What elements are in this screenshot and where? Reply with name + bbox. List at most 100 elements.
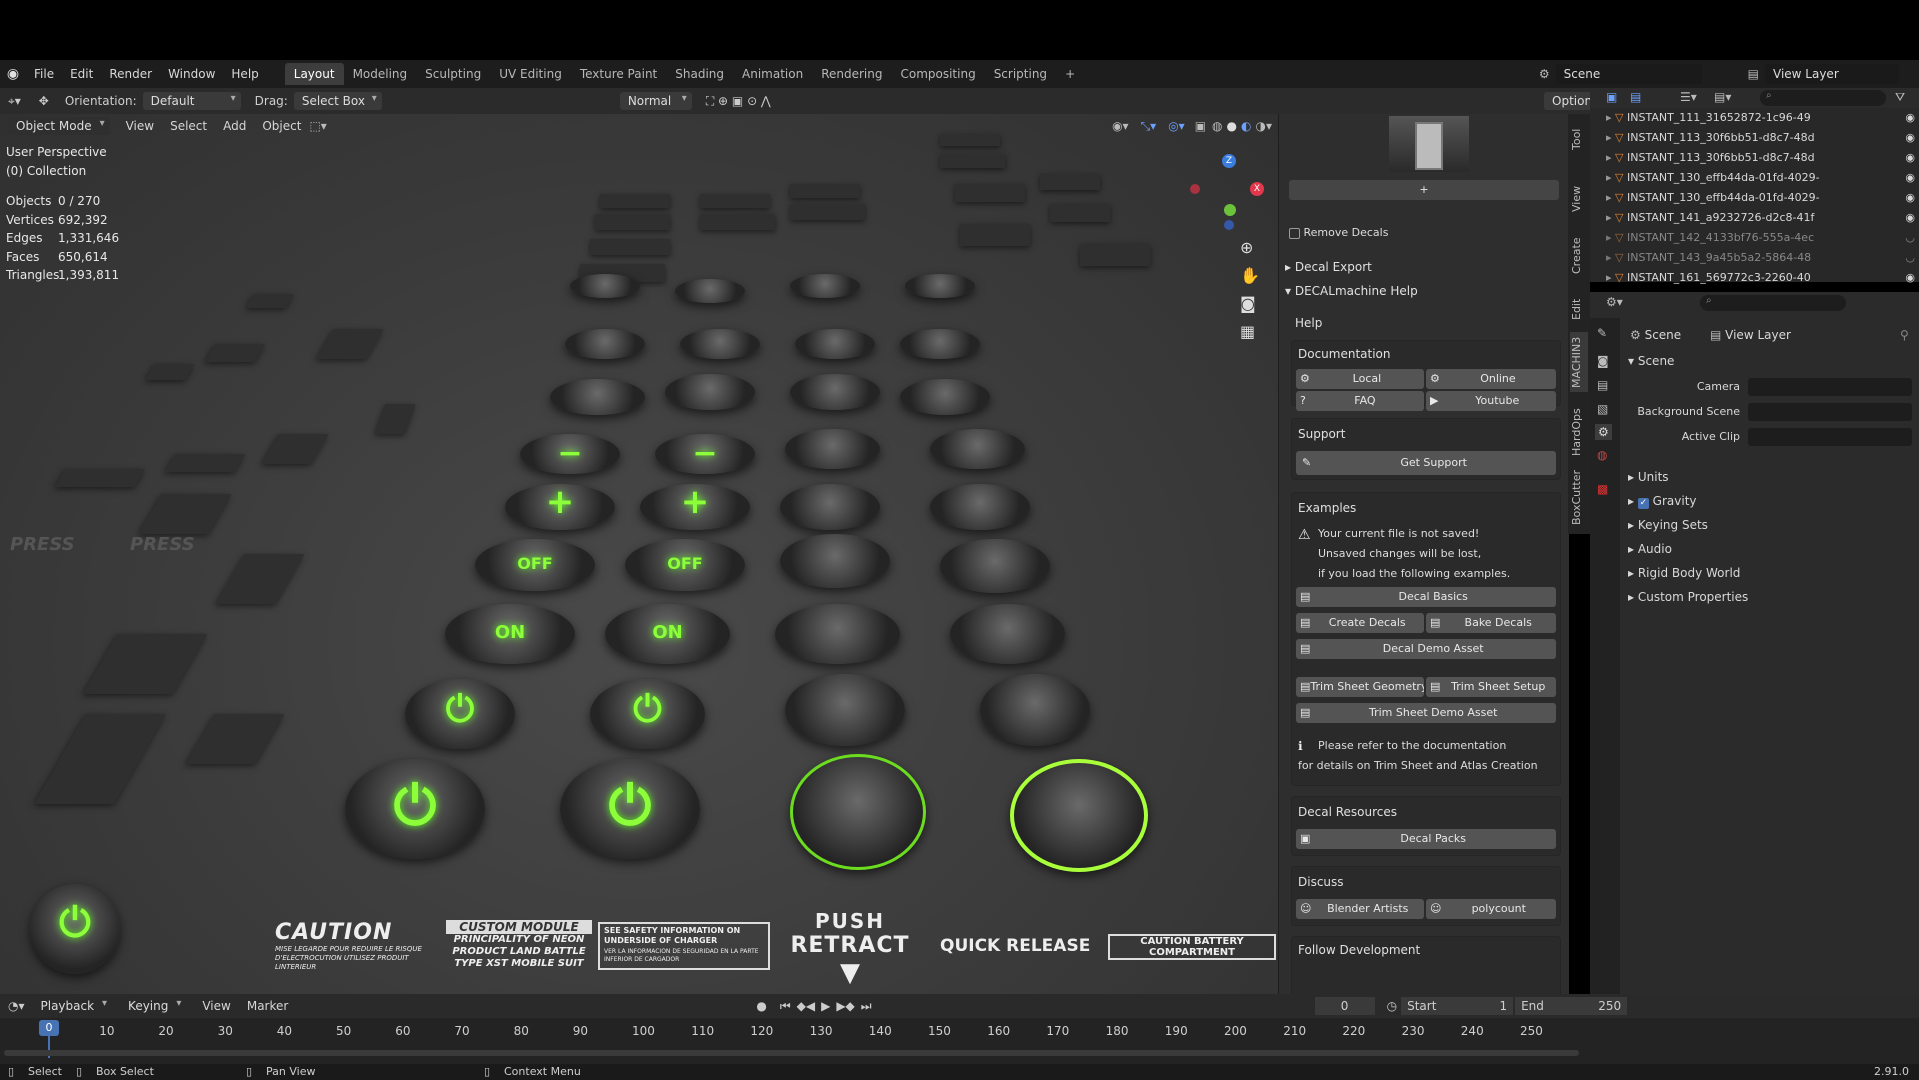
eye-icon[interactable]: ◉ [1905,168,1915,188]
playback-dropdown[interactable]: Playback [33,997,113,1015]
subsection-keying-sets[interactable]: ▸ Keying Sets [1628,518,1708,532]
sidebar-tab-tool[interactable]: Tool [1570,124,1588,154]
decal-basics-button[interactable]: ▤ Decal Basics [1296,587,1556,607]
sidebar-tab-create[interactable]: Create [1570,234,1588,278]
bake-decals-button[interactable]: ▤ Bake Decals [1426,613,1556,633]
mode-dropdown[interactable]: Object Mode [8,117,110,135]
polycount-button[interactable]: ☺ polycount [1426,899,1556,919]
scene-icon[interactable]: ⚙ [1533,67,1556,81]
eye-icon[interactable]: ◉ [1905,268,1915,288]
gizmo-icon[interactable]: ⤡▾ [1135,119,1163,134]
transform-affect-icon[interactable]: ⬚▾ [309,119,326,133]
trim-sheet-demo-asset-button[interactable]: ▤ Trim Sheet Demo Asset [1296,703,1556,723]
panel-decalmachine-help[interactable]: ▾ DECALmachine Help [1285,284,1565,304]
eye-icon[interactable]: ◉ [1905,108,1915,128]
trim-sheet-setup-button[interactable]: ▤ Trim Sheet Setup [1426,677,1556,697]
gravity-checkbox[interactable]: ✓ [1637,498,1649,509]
snap-icon[interactable]: ⛶ ⊕ ▣ ⊙ ⋀ [700,94,777,109]
playhead[interactable]: 0 [39,1020,59,1036]
sidebar-tab-view[interactable]: View [1570,184,1588,214]
end-frame-field[interactable]: End 250 [1515,997,1628,1015]
world-tab-icon[interactable]: ◍ [1597,448,1607,462]
keying-dropdown[interactable]: Keying [120,997,186,1015]
subsection-audio[interactable]: ▸ Audio [1628,542,1672,556]
pivot-dropdown[interactable]: Normal [619,92,692,110]
sidebar-tab-edit[interactable]: Edit [1570,294,1588,324]
scene-tab-icon[interactable]: ⚙ [1595,424,1612,440]
timeline-scrollbar[interactable] [4,1050,1579,1056]
decal-thumbnail[interactable] [1389,116,1469,172]
timeline-menu-marker[interactable]: Marker [239,999,296,1013]
tab-compositing[interactable]: Compositing [891,63,984,85]
orientation-dropdown[interactable]: Default [142,92,241,110]
pan-hand-icon[interactable]: ✋ [1240,266,1260,285]
subsection-custom-properties[interactable]: ▸ Custom Properties [1628,590,1748,604]
drag-dropdown[interactable]: Select Box [293,92,382,110]
jump-end-icon[interactable]: ⏭ [858,999,875,1014]
overlay-icon[interactable]: ◎▾ [1162,119,1191,133]
outliner-row[interactable]: ▸ ▽ INSTANT_142_4133bf76-555a-4ec ◡ [1590,228,1919,248]
neg-z-axis-icon[interactable] [1224,220,1234,230]
section-scene[interactable]: ▾ Scene [1628,354,1674,368]
tab-sculpting[interactable]: Sculpting [416,63,490,85]
sync-icon[interactable]: ▤ [1630,90,1641,104]
scene-selector[interactable]: Scene [1555,64,1702,84]
online-docs-button[interactable]: ⚙ Online [1426,369,1556,389]
sidebar-tab-machin3[interactable]: MACHIN3 [1570,332,1588,392]
decal-packs-button[interactable]: ▣ Decal Packs [1296,829,1556,849]
create-decals-button[interactable]: ▤ Create Decals [1296,613,1424,633]
ortho-grid-icon[interactable]: ▦ [1240,322,1255,341]
menu-help[interactable]: Help [223,67,266,81]
shading-rendered-icon[interactable]: ◑▾ [1254,119,1279,133]
menu-window[interactable]: Window [160,67,223,81]
start-frame-field[interactable]: Start 1 [1401,997,1514,1015]
subsection-rigid-body-world[interactable]: ▸ Rigid Body World [1628,566,1740,580]
trim-sheet-geometry-button[interactable]: ▤ Trim Sheet Geometry [1296,677,1424,697]
menu-file[interactable]: File [26,67,62,81]
next-key-icon[interactable]: ▶◆ [833,999,857,1013]
x-axis-icon[interactable]: X [1250,182,1264,196]
sidebar-tab-hardops[interactable]: HardOps [1570,404,1588,460]
tool-tab-icon[interactable]: ✎ [1597,326,1607,340]
decal-demo-asset-button[interactable]: ▤ Decal Demo Asset [1296,639,1556,659]
panel-decal-export[interactable]: ▸ Decal Export [1285,260,1565,280]
outliner-search-field[interactable]: ⌕ [1760,90,1886,106]
remove-decals-checkbox[interactable]: Remove Decals [1289,226,1388,239]
clock-icon[interactable]: ◷ [1383,999,1401,1013]
tab-shading[interactable]: Shading [666,63,733,85]
shading-material-icon[interactable]: ◐ [1239,119,1253,133]
prev-key-icon[interactable]: ◆◀ [794,999,818,1013]
current-frame-field[interactable]: 0 [1314,997,1375,1015]
active-clip-field[interactable] [1748,428,1912,446]
camera-field[interactable] [1748,378,1912,396]
timeline-menu-view[interactable]: View [194,999,238,1013]
background-scene-field[interactable] [1748,403,1912,421]
blender-artists-button[interactable]: ☺ Blender Artists [1296,899,1424,919]
add-workspace-button[interactable]: + [1056,63,1084,85]
view-icon[interactable]: ▤▾ [1714,90,1731,104]
play-icon[interactable]: ▶ [818,999,833,1013]
add-decal-button[interactable]: + [1289,180,1559,200]
subsection-units[interactable]: ▸ Units [1628,470,1669,484]
tool-icon[interactable]: ⌖▾ [0,94,29,109]
editor-type-icon[interactable]: ⚙▾ [1606,295,1623,309]
eye-icon[interactable]: ◉ [1905,188,1915,208]
tab-modeling[interactable]: Modeling [344,63,417,85]
eye-icon[interactable]: ◉ [1905,208,1915,228]
outliner-row[interactable]: ▸ ▽ INSTANT_113_30f6bb51-d8c7-48d ◉ [1590,148,1919,168]
jump-start-icon[interactable]: ⏮ [777,999,794,1014]
pin-icon[interactable]: ⚲ [1900,328,1909,342]
z-axis-icon[interactable]: Z [1222,154,1236,168]
3d-viewport[interactable]: PRESS PRESS − − + + OFF OFF ON ON ⏻ ⏻ ⏻ … [0,114,1278,994]
output-tab-icon[interactable]: ▤ [1597,378,1608,392]
filter-icon[interactable]: ⛛ [1895,90,1905,105]
tab-texture-paint[interactable]: Texture Paint [571,63,666,85]
outliner-row[interactable]: ▸ ▽ INSTANT_161_569772c3-2260-40 ◉ [1590,268,1919,288]
filter-dropdown-icon[interactable]: ☰▾ [1680,90,1697,104]
eye-icon[interactable]: ◉ [1905,148,1915,168]
outliner-row[interactable]: ▸ ▽ INSTANT_141_a9232726-d2c8-41f ◉ [1590,208,1919,228]
view-layer-icon[interactable]: ▤ [1742,67,1765,81]
tab-layout[interactable]: Layout [284,63,344,85]
eye-hidden-icon[interactable]: ◡ [1905,228,1915,248]
view-layer-selector[interactable]: View Layer [1765,64,1899,84]
